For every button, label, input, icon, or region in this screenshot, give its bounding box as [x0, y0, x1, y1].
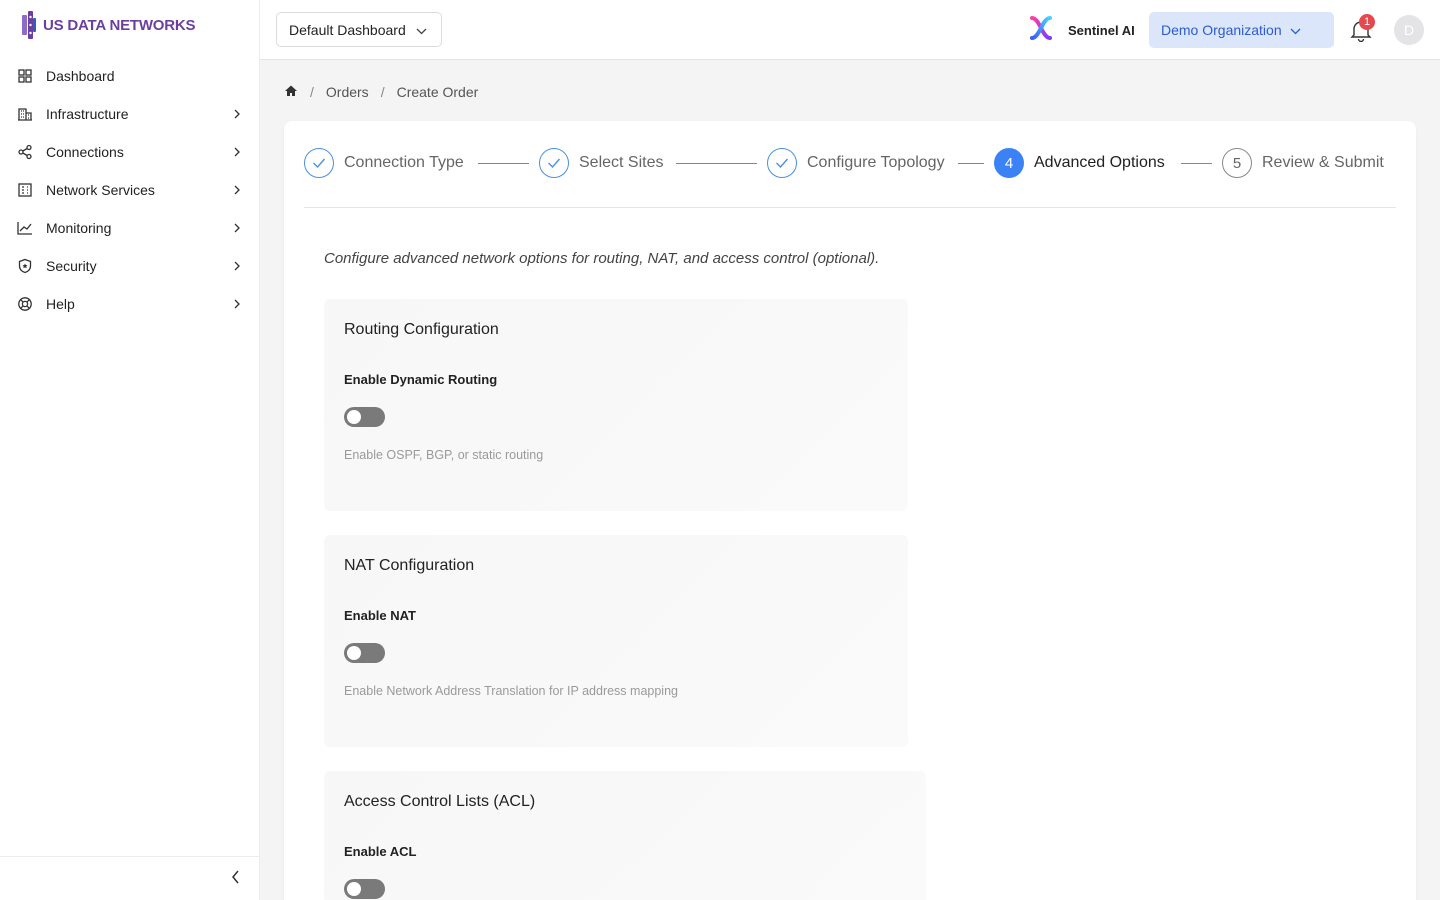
notification-badge: 1 — [1359, 14, 1375, 30]
breadcrumb: / Orders / Create Order — [284, 82, 478, 102]
dashboard-select[interactable]: Default Dashboard — [276, 12, 442, 47]
sidebar-nav: Dashboard Infrastructure Connections Net… — [0, 57, 260, 323]
sidebar-item-label: Help — [46, 296, 75, 312]
step-connector — [676, 163, 757, 164]
organization-select[interactable]: Demo Organization — [1149, 12, 1334, 48]
toggle-knob — [347, 882, 361, 896]
step-label: Select Sites — [579, 154, 664, 171]
sidebar-item-connections[interactable]: Connections — [0, 133, 260, 171]
organization-select-value: Demo Organization — [1161, 22, 1282, 38]
step-description: Configure advanced network options for r… — [324, 250, 880, 267]
step-connector — [958, 163, 984, 164]
breadcrumb-separator: / — [380, 84, 385, 100]
sidebar-item-label: Network Services — [46, 182, 155, 198]
step-number: 4 — [994, 148, 1024, 178]
nat-toggle[interactable] — [344, 643, 385, 663]
help-text: Enable Network Address Translation for I… — [344, 684, 678, 698]
chevron-right-icon — [232, 147, 242, 157]
chevron-down-icon — [416, 22, 427, 38]
acl-label: Enable ACL — [344, 844, 417, 859]
building-icon — [16, 105, 34, 123]
top-header: Default Dashboard Sentinel AI Demo Organ… — [260, 0, 1440, 60]
toggle-knob — [347, 646, 361, 660]
section-title: Access Control Lists (ACL) — [344, 793, 536, 810]
toggle-knob — [347, 410, 361, 424]
step-label: Review & Submit — [1262, 154, 1384, 171]
chevron-right-icon — [232, 223, 242, 233]
step-label: Connection Type — [344, 154, 464, 171]
check-icon — [304, 148, 334, 178]
grid-icon — [16, 67, 34, 85]
chevron-right-icon — [232, 109, 242, 119]
sidebar-item-infrastructure[interactable]: Infrastructure — [0, 95, 260, 133]
step-label: Configure Topology — [807, 154, 945, 171]
sidebar-item-monitoring[interactable]: Monitoring — [0, 209, 260, 247]
sentinel-ai-icon — [1028, 15, 1054, 46]
sentinel-ai-label: Sentinel AI — [1068, 22, 1135, 38]
step-connection-type[interactable]: Connection Type — [304, 147, 464, 179]
line-chart-icon — [16, 219, 34, 237]
lifebuoy-icon — [16, 295, 34, 313]
bell-icon — [1350, 21, 1372, 46]
check-icon — [539, 148, 569, 178]
shield-icon — [16, 257, 34, 275]
wizard-stepper: Connection Type Select Sites Configure T… — [304, 147, 1396, 181]
create-order-card: Connection Type Select Sites Configure T… — [284, 121, 1416, 900]
sidebar-item-label: Connections — [46, 144, 124, 160]
acl-toggle[interactable] — [344, 879, 385, 899]
dynamic-routing-label: Enable Dynamic Routing — [344, 372, 498, 387]
help-text: Enable OSPF, BGP, or static routing — [344, 448, 544, 462]
section-title: NAT Configuration — [344, 557, 475, 574]
share-nodes-icon — [16, 143, 34, 161]
notifications-button[interactable]: 1 — [1350, 14, 1375, 43]
logo-icon — [20, 11, 38, 39]
routing-configuration-section: Routing Configuration Enable Dynamic Rou… — [324, 299, 908, 511]
sidebar-item-label: Security — [46, 258, 97, 274]
sidebar-item-dashboard[interactable]: Dashboard — [0, 57, 260, 95]
dashboard-select-value: Default Dashboard — [289, 21, 406, 38]
nat-configuration-section: NAT Configuration Enable NAT Enable Netw… — [324, 535, 908, 747]
user-avatar[interactable]: D — [1394, 15, 1424, 45]
chevron-right-icon — [232, 261, 242, 271]
sidebar-footer — [0, 856, 260, 900]
home-icon[interactable] — [284, 84, 298, 101]
chevron-left-icon — [231, 870, 241, 889]
chevron-right-icon — [232, 185, 242, 195]
sidebar-item-label: Dashboard — [46, 68, 115, 84]
dynamic-routing-toggle[interactable] — [344, 407, 385, 427]
divider — [304, 207, 1396, 208]
sidebar-item-label: Monitoring — [46, 220, 112, 236]
step-label: Advanced Options — [1034, 154, 1165, 171]
step-connector — [478, 163, 529, 164]
sidebar-item-help[interactable]: Help — [0, 285, 260, 323]
section-title: Routing Configuration — [344, 321, 499, 338]
acl-section: Access Control Lists (ACL) Enable ACL — [324, 771, 926, 900]
breadcrumb-current: Create Order — [396, 84, 479, 100]
step-advanced-options[interactable]: 4 Advanced Options — [994, 147, 1165, 179]
brand-logo[interactable]: US DATA NETWORKS — [20, 10, 196, 40]
brand-name: US DATA NETWORKS — [43, 16, 196, 34]
step-select-sites[interactable]: Select Sites — [539, 147, 663, 179]
step-connector — [1181, 163, 1212, 164]
sidebar-item-security[interactable]: Security — [0, 247, 260, 285]
sidebar-item-label: Infrastructure — [46, 106, 129, 122]
collapse-sidebar-button[interactable] — [226, 869, 246, 889]
step-number: 5 — [1222, 148, 1252, 178]
check-icon — [767, 148, 797, 178]
sidebar: US DATA NETWORKS Dashboard Infrastructur… — [0, 0, 260, 900]
nat-label: Enable NAT — [344, 608, 416, 623]
step-review-submit[interactable]: 5 Review & Submit — [1222, 147, 1384, 179]
sidebar-item-network-services[interactable]: Network Services — [0, 171, 260, 209]
chevron-down-icon — [1290, 22, 1301, 38]
server-icon — [16, 181, 34, 199]
sentinel-ai-button[interactable]: Sentinel AI — [1028, 15, 1135, 46]
chevron-right-icon — [232, 299, 242, 309]
breadcrumb-separator: / — [310, 84, 314, 100]
breadcrumb-orders[interactable]: Orders — [326, 84, 369, 100]
step-configure-topology[interactable]: Configure Topology — [767, 147, 945, 179]
